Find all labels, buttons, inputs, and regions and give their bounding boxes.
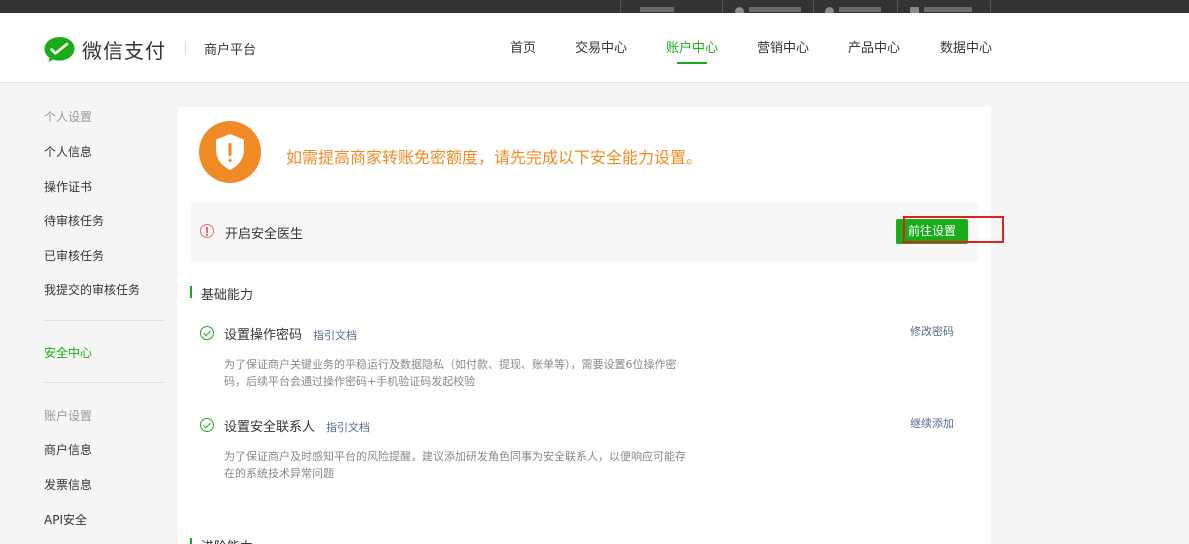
- section-marker: [190, 538, 192, 544]
- continue-add-link[interactable]: 继续添加: [910, 415, 954, 431]
- top-bar: [0, 0, 1189, 16]
- desc-line: 为了保证商户及时感知平台的风险提醒，建议添加研发角色同事为安全联系人，以便响应可…: [224, 450, 686, 463]
- sidebar-item-certificate[interactable]: 操作证书: [44, 178, 92, 195]
- sidebar-divider: [44, 382, 165, 383]
- nav-active-indicator: [677, 62, 707, 64]
- top-bar-divider: [813, 0, 814, 13]
- sidebar-group-account: 账户设置: [44, 409, 93, 423]
- check-circle-icon: [200, 326, 214, 340]
- item-desc-operation-password: 为了保证商户关键业务的平稳运行及数据隐私（如付款、提现、账单等），需要设置6位操…: [224, 356, 704, 390]
- top-bar-item[interactable]: [735, 0, 801, 16]
- nav-products[interactable]: 产品中心: [848, 37, 900, 56]
- alert-circle-icon: [200, 224, 214, 238]
- section-marker: [190, 286, 192, 298]
- item-title-operation-password: 设置操作密码: [224, 328, 303, 343]
- sidebar-item-pending-tasks[interactable]: 待审核任务: [44, 212, 104, 229]
- top-bar-item[interactable]: [640, 0, 674, 13]
- sidebar-group-personal: 个人设置: [44, 110, 93, 124]
- top-bar-divider: [620, 0, 621, 13]
- sidebar-item-api-security[interactable]: API安全: [44, 511, 87, 528]
- nav-home[interactable]: 首页: [510, 37, 536, 56]
- advanced-section-title: 进阶能力: [201, 536, 253, 544]
- sidebar-item-invoice-info[interactable]: 发票信息: [44, 476, 92, 493]
- top-bar-divider: [897, 0, 898, 13]
- security-doctor-row: [191, 203, 978, 261]
- nav-transactions[interactable]: 交易中心: [575, 37, 627, 56]
- sidebar-divider: [44, 320, 165, 321]
- nav-data[interactable]: 数据中心: [940, 37, 992, 56]
- top-bar-item[interactable]: [825, 0, 881, 16]
- top-bar-item[interactable]: [910, 0, 972, 16]
- top-bar-divider: [990, 0, 991, 13]
- banner-message: 如需提高商家转账免密额度，请先完成以下安全能力设置。: [286, 148, 703, 167]
- sidebar-item-personal-info[interactable]: 个人信息: [44, 143, 92, 160]
- nav-marketing[interactable]: 营销中心: [757, 37, 809, 56]
- change-password-link[interactable]: 修改密码: [910, 323, 954, 339]
- top-bar-divider: [722, 0, 723, 13]
- sidebar-item-security-center[interactable]: 安全中心: [44, 344, 92, 361]
- check-circle-icon: [200, 418, 214, 432]
- header: 微信支付 商户平台 首页 交易中心 账户中心 营销中心 产品中心 数据中心: [0, 13, 1189, 83]
- go-settings-button[interactable]: 前往设置: [896, 219, 968, 244]
- basic-section-title: 基础能力: [201, 288, 254, 303]
- main-nav: 首页 交易中心 账户中心 营销中心 产品中心 数据中心: [0, 37, 1189, 83]
- sidebar-item-merchant-info[interactable]: 商户信息: [44, 441, 92, 458]
- desc-line: 在的系统技术异常问题: [224, 467, 334, 480]
- nav-account-center[interactable]: 账户中心: [666, 37, 718, 56]
- shield-warning-icon: [216, 134, 244, 170]
- item-title-security-contact: 设置安全联系人: [224, 420, 316, 435]
- doc-link-operation-password[interactable]: 指引文档: [313, 327, 357, 343]
- security-doctor-label: 开启安全医生: [225, 227, 304, 242]
- desc-line: 为了保证商户关键业务的平稳运行及数据隐私（如付款、提现、账单等），需要设置6位操…: [224, 358, 677, 371]
- shield-badge: [199, 121, 261, 183]
- sidebar-item-my-submitted-tasks[interactable]: 我提交的审核任务: [44, 281, 140, 298]
- doc-link-security-contact[interactable]: 指引文档: [326, 419, 370, 435]
- desc-line: 码，后续平台会通过操作密码+手机验证码发起校验: [224, 375, 476, 388]
- item-desc-security-contact: 为了保证商户及时感知平台的风险提醒，建议添加研发角色同事为安全联系人，以便响应可…: [224, 448, 704, 482]
- sidebar-item-reviewed-tasks[interactable]: 已审核任务: [44, 247, 104, 264]
